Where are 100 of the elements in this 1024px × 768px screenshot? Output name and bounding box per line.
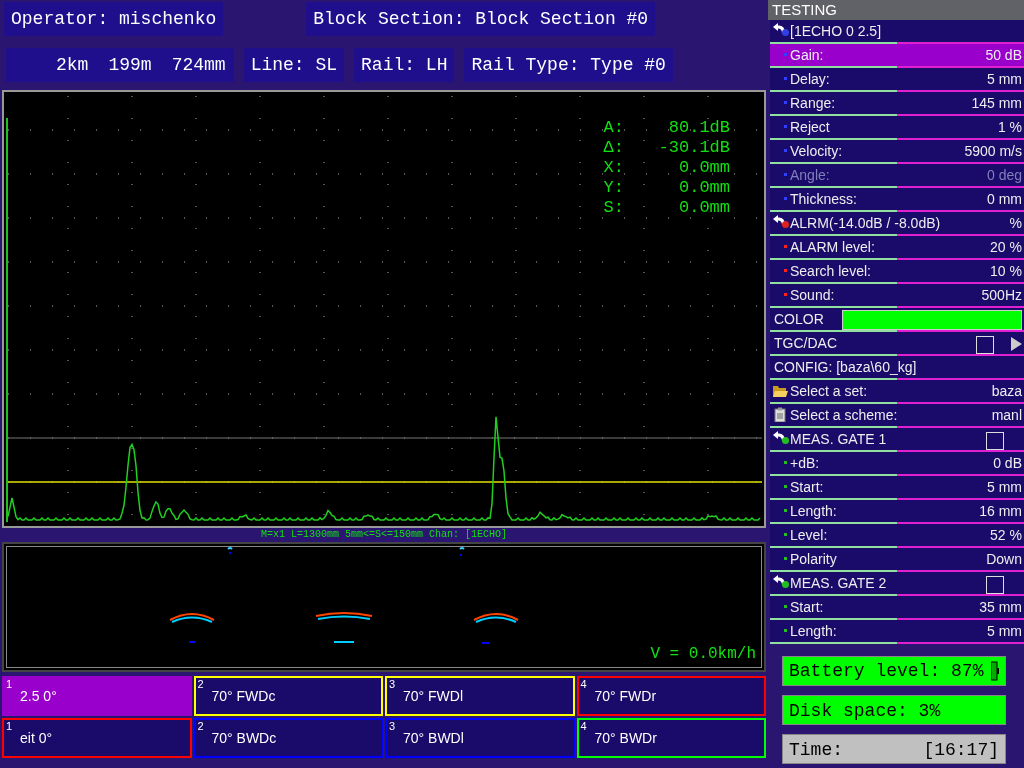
setting-row[interactable]: Length: 5 mm <box>770 620 1024 644</box>
section-header: MEAS. GATE 1 <box>790 430 887 449</box>
setting-value: % <box>1009 214 1022 233</box>
readout-value: 0.0mm <box>678 178 730 198</box>
channel-label: eit 0° <box>20 728 53 748</box>
battery-level-label: Battery level: 87% <box>789 660 984 683</box>
setting-row[interactable]: Delay: 5 mm <box>770 68 1024 92</box>
setting-label: Start: <box>790 598 824 617</box>
section-header: ALRM(-14.0dB / -8.0dB) <box>790 214 941 233</box>
line-label: Line: SL <box>243 48 345 82</box>
channel-tab[interactable]: 4 70° BWDr <box>576 718 766 758</box>
channel-number: 3 <box>389 721 396 732</box>
speed-readout: V = 0.0km/h <box>650 644 756 665</box>
setting-label: Start: <box>790 478 824 497</box>
setting-label: Angle: <box>790 166 830 185</box>
readout-label: Y: <box>603 178 624 198</box>
setting-label: Select a scheme: <box>790 406 898 425</box>
setting-value: 52 % <box>990 526 1022 545</box>
checkbox[interactable] <box>986 576 1004 594</box>
checkbox[interactable] <box>986 432 1004 450</box>
setting-row[interactable]: Thickness: 0 mm <box>770 188 1024 212</box>
checkbox[interactable] <box>976 336 994 354</box>
channel-number: 4 <box>580 721 587 732</box>
panel-title: TESTING <box>768 0 1024 20</box>
channel-tab[interactable]: 2 70° FWDc <box>193 676 383 716</box>
setting-value: baza <box>991 382 1022 401</box>
setting-row[interactable]: Start: 35 mm <box>770 596 1024 620</box>
readout-value: 0.0mm <box>678 198 730 218</box>
setting-label: ALARM level: <box>790 238 875 257</box>
setting-label: TGC/DAC <box>774 334 837 353</box>
disk-space-label: Disk space: 3% <box>782 695 1006 725</box>
setting-row[interactable]: Length: 16 mm <box>770 500 1024 524</box>
channel-label: 70° FWDl <box>403 686 464 706</box>
b-scan-info: M=x1 L=1300mm 5mm<=S<=150mm Chan: [1ECHO] <box>259 528 508 542</box>
setting-label: Reject <box>790 118 830 137</box>
setting-row[interactable]: Gain: 50 dB <box>770 44 1024 68</box>
channel-number: 3 <box>389 679 396 690</box>
readout-label: X: <box>603 158 624 178</box>
setting-row[interactable]: ALARM level: 20 % <box>770 236 1024 260</box>
setting-label: Search level: <box>790 262 871 281</box>
setting-row[interactable]: Search level: 10 % <box>770 260 1024 284</box>
channel-tab[interactable]: 2 70° BWDc <box>193 718 383 758</box>
color-swatch[interactable] <box>842 310 1022 330</box>
setting-row[interactable]: Velocity: 5900 m/s <box>770 140 1024 164</box>
rail-type-label: Rail Type: Type #0 <box>464 48 673 82</box>
setting-row[interactable]: Polarity Down <box>770 548 1024 572</box>
setting-label: Sound: <box>790 286 835 305</box>
config-label: CONFIG: [baza\60_kg] <box>774 358 917 377</box>
readout-value: 0.0mm <box>678 158 730 178</box>
setting-value: 500Hz <box>981 286 1022 305</box>
setting-value: 35 mm <box>979 598 1022 617</box>
channel-label: 70° FWDr <box>594 686 657 706</box>
setting-value: 5 mm <box>987 70 1022 89</box>
clipboard-icon <box>772 407 788 422</box>
setting-label: Thickness: <box>790 190 857 209</box>
setting-label: Level: <box>790 526 828 545</box>
channel-number: 4 <box>580 679 587 690</box>
setting-value: 5 mm <box>987 622 1022 641</box>
setting-label: Delay: <box>790 70 830 89</box>
setting-row[interactable]: Range: 145 mm <box>770 92 1024 116</box>
setting-value: 0 deg <box>986 166 1022 185</box>
channel-tab[interactable]: 1 2.5 0° <box>2 676 192 716</box>
readout-value: -30.1dB <box>657 138 730 158</box>
color-label: COLOR <box>774 310 824 329</box>
channel-tab[interactable]: 3 70° BWDl <box>385 718 575 758</box>
setting-value: 5 mm <box>987 478 1022 497</box>
setting-label: Polarity <box>790 550 837 569</box>
operator-label: Operator: mischenko <box>4 2 224 36</box>
setting-value: 20 % <box>990 238 1022 257</box>
block-section-label: Block Section: Block Section #0 <box>306 2 656 36</box>
setting-row[interactable]: Reject 1 % <box>770 116 1024 140</box>
time-display: Time: [16:17] <box>782 734 1006 764</box>
setting-label: Length: <box>790 622 837 641</box>
readout-value: 80.1dB <box>667 118 730 138</box>
setting-row[interactable]: Sound: 500Hz <box>770 284 1024 308</box>
setting-value: 16 mm <box>979 502 1022 521</box>
section-header: MEAS. GATE 2 <box>790 574 887 593</box>
channel-label: 2.5 0° <box>20 686 57 706</box>
setting-label: Velocity: <box>790 142 843 161</box>
setting-value: 1 % <box>997 118 1022 137</box>
setting-row[interactable]: Start: 5 mm <box>770 476 1024 500</box>
setting-label: Select a set: <box>790 382 868 401</box>
setting-value: 50 dB <box>985 46 1022 65</box>
channel-tab[interactable]: 4 70° FWDr <box>576 676 766 716</box>
channel-number: 2 <box>197 721 204 732</box>
section-header: [1ECHO 0 2.5] <box>790 22 882 41</box>
distance-label: 2km 199m 724mm <box>6 48 234 82</box>
channel-label: 70° FWDc <box>211 686 276 706</box>
readout-label: A: <box>603 118 624 138</box>
setting-value: 10 % <box>990 262 1022 281</box>
channel-tab[interactable]: 3 70° FWDl <box>385 676 575 716</box>
setting-label: Gain: <box>790 46 824 65</box>
setting-row[interactable]: Level: 52 % <box>770 524 1024 548</box>
setting-row[interactable]: +dB: 0 dB <box>770 452 1024 476</box>
battery-icon <box>991 661 999 681</box>
channel-number: 2 <box>197 679 204 690</box>
channel-number: 1 <box>6 721 13 732</box>
channel-tab[interactable]: 1 eit 0° <box>2 718 192 758</box>
folder-icon <box>772 383 788 398</box>
readout-label: Δ: <box>603 138 624 158</box>
